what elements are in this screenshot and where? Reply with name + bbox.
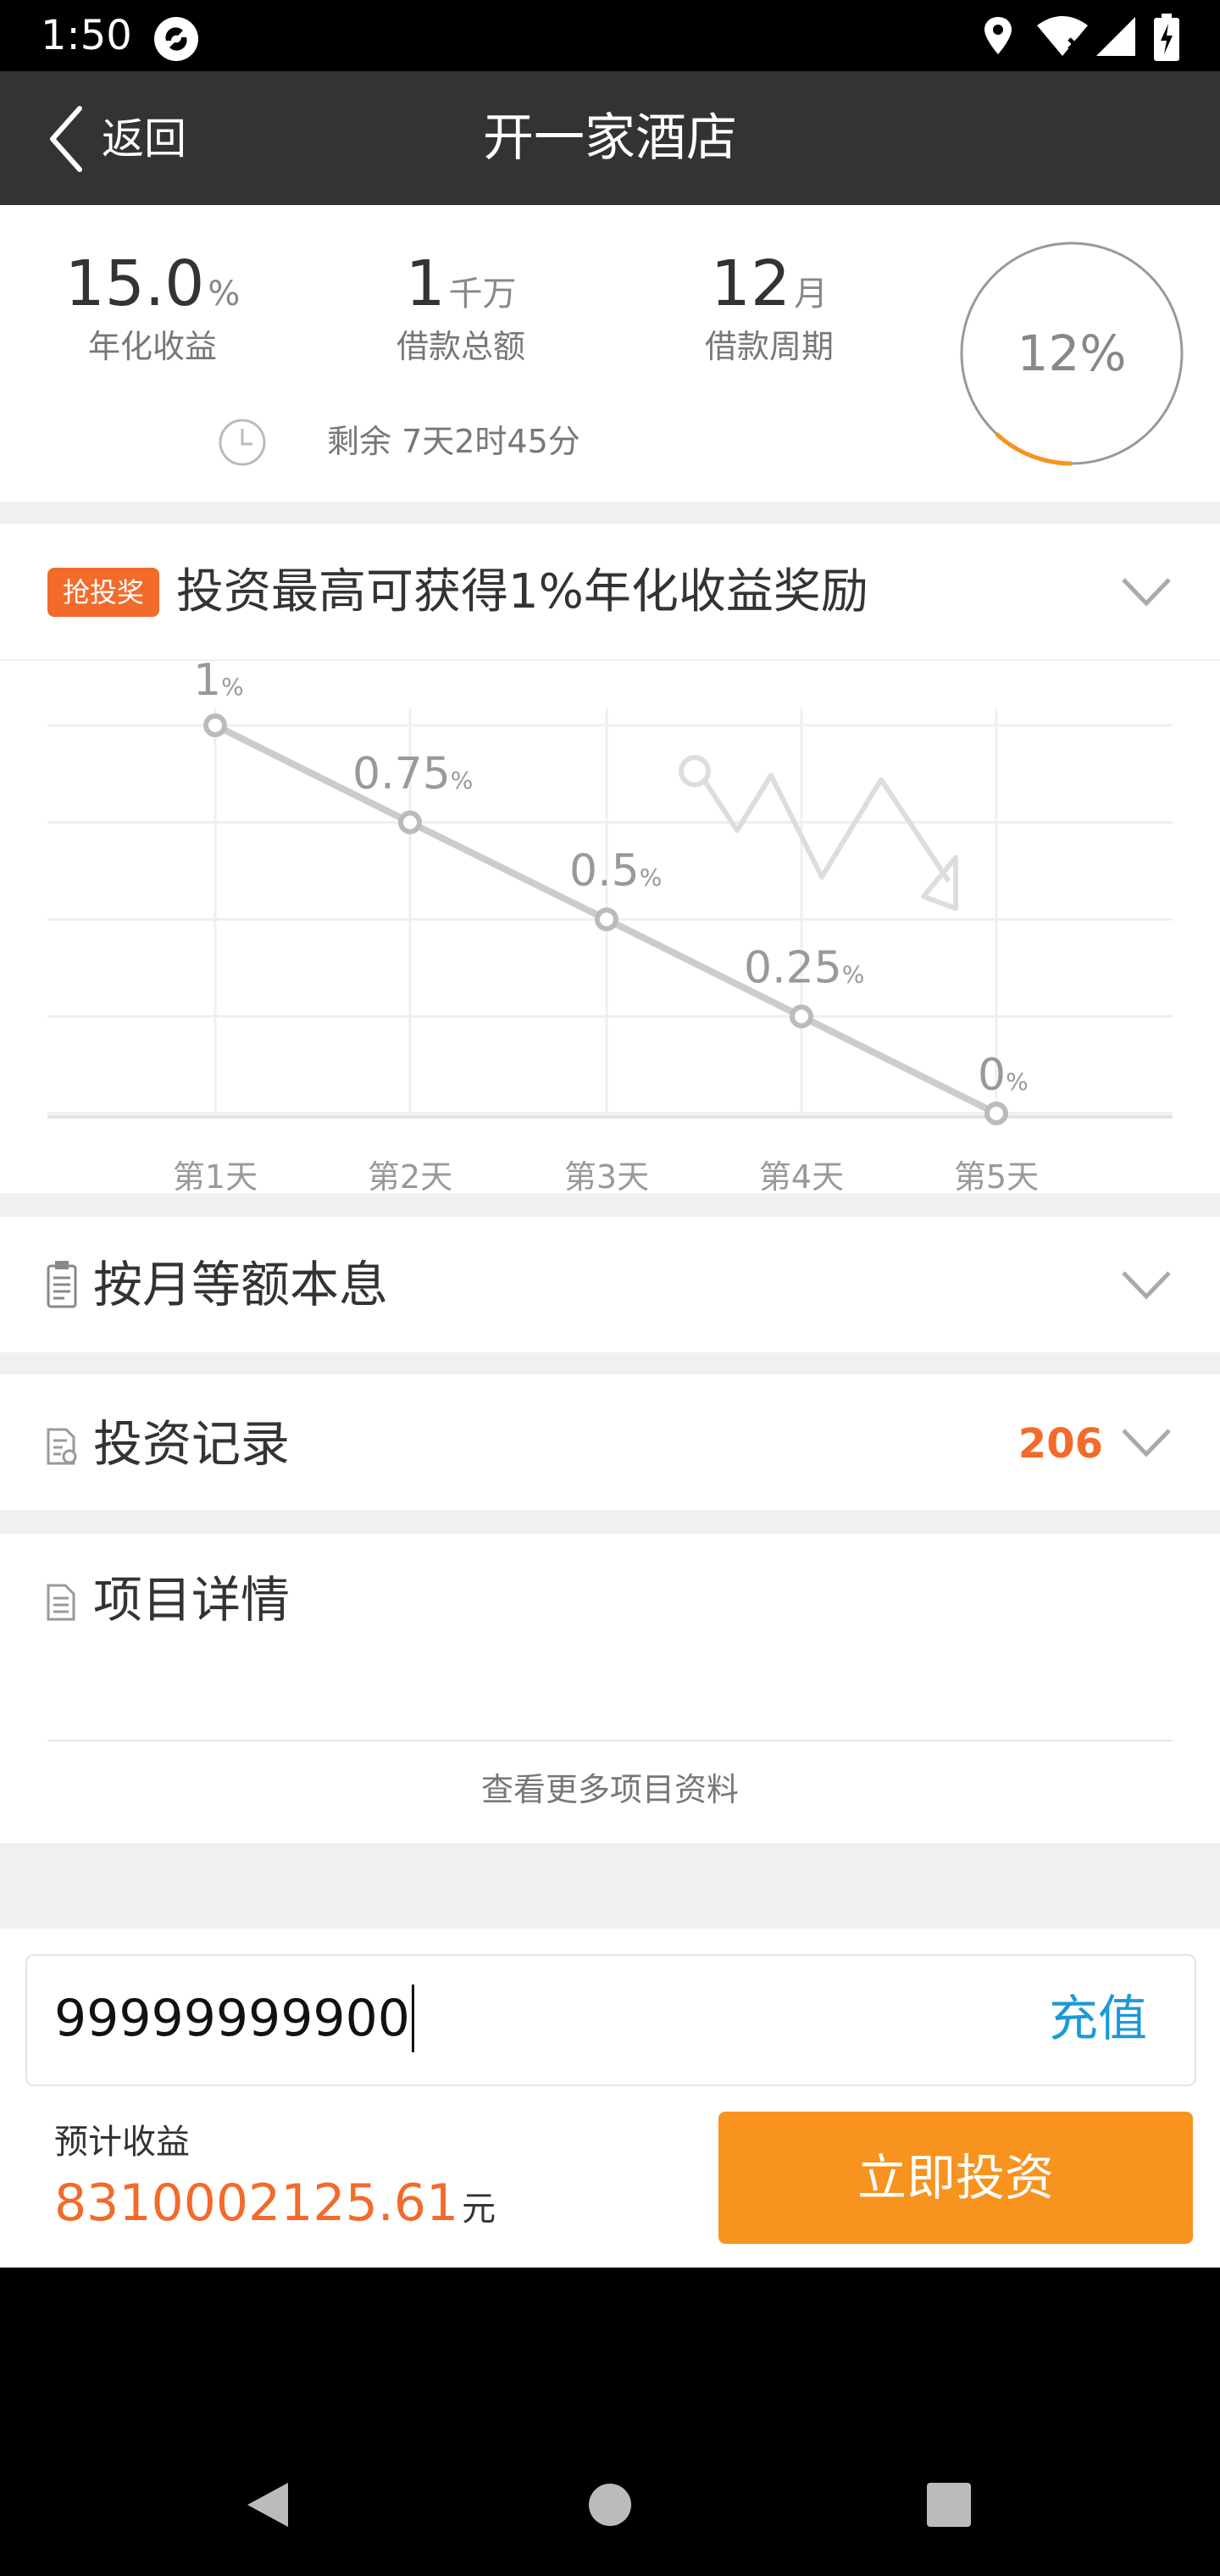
divider <box>47 1740 1173 1741</box>
project-details-label: 项目详情 <box>93 1571 291 1629</box>
amount-label: 借款总额 <box>396 328 525 365</box>
data-label-unit: % <box>451 767 474 795</box>
remaining-time: 剩余 7天2时45分 <box>327 423 580 460</box>
amount-input[interactable]: 99999999900 <box>54 1985 414 2052</box>
x-tick-label: 第1天 <box>173 1158 258 1193</box>
reward-chart: 1% 0.75% 0.5% 0.25% 0% 第1天 第2天 第3天 第4天 第5天 <box>47 661 1173 1193</box>
data-label: 0.25% <box>744 943 864 994</box>
estimate-label: 预计收益 <box>54 2123 190 2162</box>
records-icon <box>47 1428 77 1465</box>
term-unit: 月 <box>794 275 829 314</box>
records-count: 206 <box>1018 1420 1103 1468</box>
amount-unit: 千万 <box>448 275 517 314</box>
data-point <box>790 1004 813 1029</box>
amount-value: 1 <box>405 247 446 320</box>
rate-unit: % <box>208 275 241 314</box>
signal-icon <box>1096 17 1135 56</box>
data-point <box>595 908 618 931</box>
clock-icon <box>219 419 266 466</box>
chevron-down-icon[interactable] <box>1120 1425 1173 1459</box>
wifi-icon <box>1037 16 1088 56</box>
x-tick-label: 第3天 <box>564 1158 649 1193</box>
repayment-label: 按月等额本息 <box>93 1256 389 1313</box>
rate-value: 15.0 <box>64 247 205 320</box>
data-label-unit: % <box>842 961 865 989</box>
recharge-button[interactable]: 充值 <box>1000 1985 1147 2052</box>
data-label: 1% <box>193 661 244 706</box>
rate-stat: 15.0% 年化收益 <box>0 246 305 368</box>
data-point <box>398 810 422 835</box>
data-point <box>984 1102 1008 1125</box>
nav-back-icon[interactable] <box>244 2479 291 2530</box>
invest-now-button[interactable]: 立即投资 <box>718 2112 1193 2244</box>
estimate-unit: 元 <box>462 2190 496 2229</box>
data-label-unit: % <box>640 863 663 891</box>
clipboard-icon <box>47 1261 77 1308</box>
amount-stat: 1 千万 借款总额 <box>308 246 613 368</box>
investment-records-label: 投资记录 <box>93 1415 291 1473</box>
nav-home-icon[interactable] <box>588 2483 632 2527</box>
status-bar: 1:50 <box>0 0 1220 71</box>
reward-badge: 抢投奖 <box>47 568 159 617</box>
chevron-down-icon[interactable] <box>1120 575 1173 608</box>
data-label-unit: % <box>1006 1068 1029 1096</box>
rate-label: 年化收益 <box>87 328 217 365</box>
system-nav-bar <box>0 2268 1220 2576</box>
nav-recents-icon[interactable] <box>927 2483 971 2527</box>
page-title: 开一家酒店 <box>483 108 737 168</box>
document-icon <box>47 1584 75 1621</box>
data-label: 0.75% <box>352 749 473 800</box>
trend-down-icon <box>679 755 958 911</box>
data-point <box>203 713 227 737</box>
data-label: 0.5% <box>569 846 662 897</box>
x-tick-label: 第4天 <box>759 1158 844 1193</box>
status-time: 1:50 <box>41 12 132 59</box>
estimate-value: 8310002125.61 <box>54 2174 459 2233</box>
location-icon <box>984 17 1012 54</box>
x-tick-label: 第5天 <box>954 1158 1039 1193</box>
app-notification-icon <box>154 17 198 61</box>
term-label: 借款周期 <box>704 328 834 365</box>
term-stat: 12 月 借款周期 <box>617 246 922 368</box>
progress-text: 12% <box>1017 325 1127 382</box>
estimate-amount: 8310002125.61 元 <box>54 2169 496 2250</box>
chevron-down-icon[interactable] <box>1120 1268 1173 1302</box>
term-value: 12 <box>710 247 791 320</box>
data-label: 0% <box>978 1050 1029 1101</box>
data-label-unit: % <box>221 673 244 701</box>
battery-icon <box>1154 14 1179 61</box>
reward-heading[interactable]: 投资最高可获得1%年化收益奖励 <box>176 559 868 625</box>
x-tick-label: 第2天 <box>368 1158 452 1193</box>
more-project-info-link[interactable]: 查看更多项目资料 <box>0 1764 1220 1815</box>
